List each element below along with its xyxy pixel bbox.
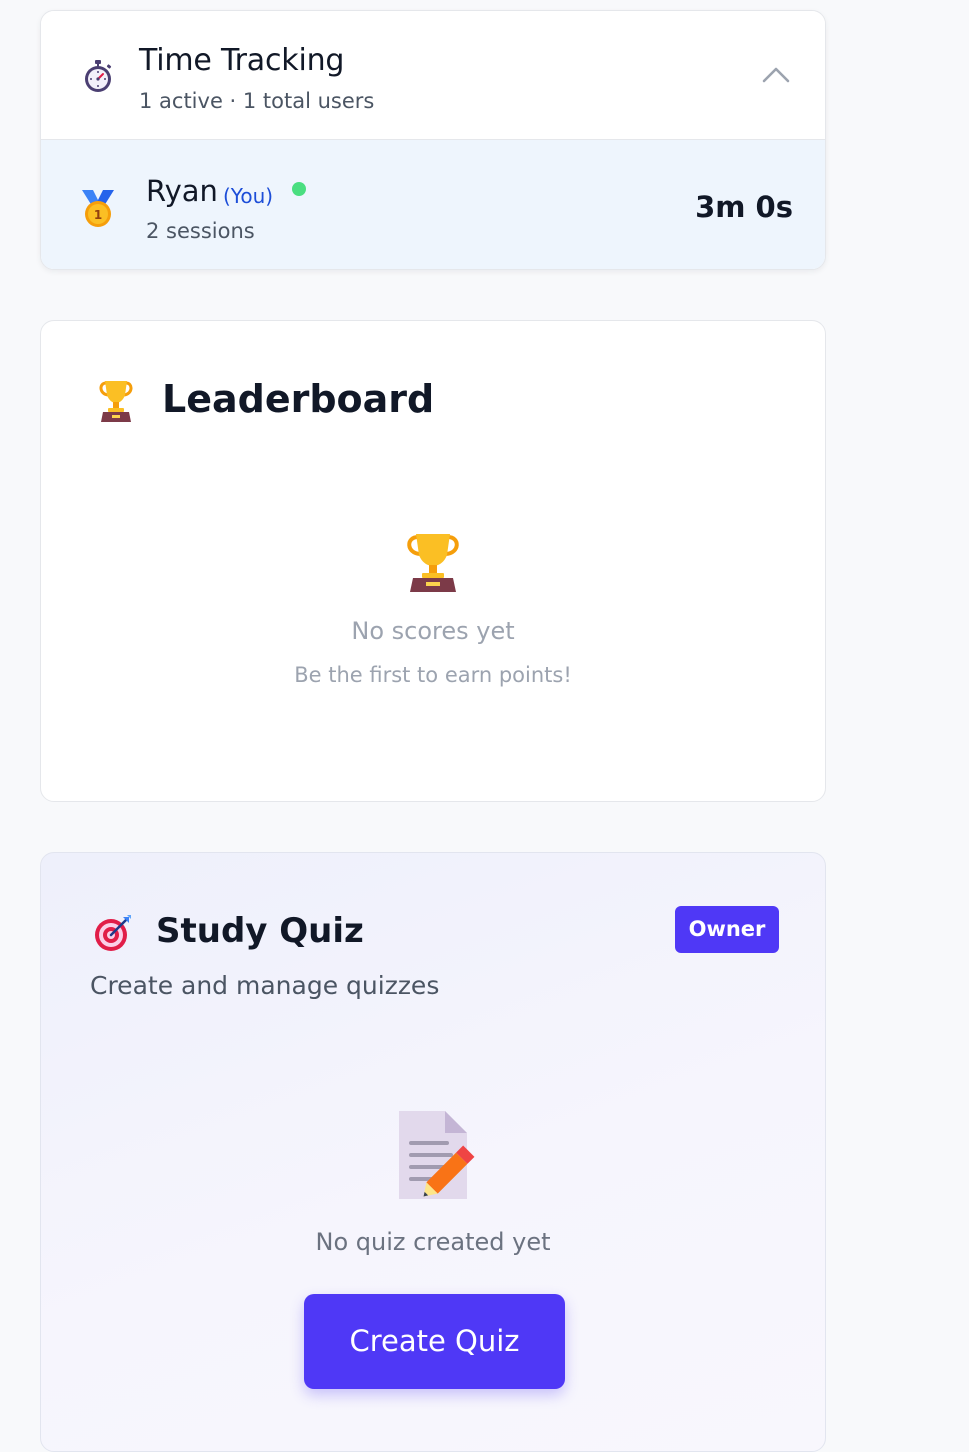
time-tracking-header[interactable]: Time Tracking 1 active · 1 total users: [41, 11, 825, 140]
owner-badge: Owner: [675, 906, 779, 953]
leaderboard-empty-subtitle: Be the first to earn points!: [294, 663, 572, 687]
stopwatch-icon: [85, 60, 112, 92]
medal-rank-text: 1: [94, 208, 102, 222]
user-name: Ryan: [146, 174, 218, 208]
study-quiz-card: Study Quiz Owner Create and manage quizz…: [40, 852, 826, 1452]
trophy-icon: [99, 381, 133, 422]
chevron-up-icon[interactable]: [761, 63, 791, 85]
quiz-empty-text: No quiz created yet: [315, 1228, 551, 1256]
online-status-dot: [292, 182, 306, 196]
user-time: 3m 0s: [695, 190, 793, 224]
time-tracking-card: Time Tracking 1 active · 1 total users 1…: [40, 10, 826, 270]
leaderboard-card: Leaderboard No scores yet Be the first t…: [40, 320, 826, 802]
leaderboard-empty-title: No scores yet: [351, 617, 515, 645]
gold-medal-icon: 1: [82, 190, 114, 227]
memo-pencil-icon: [399, 1111, 475, 1199]
you-label: (You): [223, 184, 274, 208]
study-quiz-subtitle: Create and manage quizzes: [90, 971, 440, 1000]
time-tracking-title: Time Tracking: [139, 43, 345, 78]
trophy-icon: [407, 534, 459, 592]
time-tracking-user-row: 1 Ryan (You) 2 sessions 3m 0s: [41, 140, 825, 269]
create-quiz-button[interactable]: Create Quiz: [304, 1294, 565, 1389]
time-tracking-subtitle: 1 active · 1 total users: [139, 89, 375, 113]
study-quiz-title: Study Quiz: [156, 911, 364, 951]
target-icon: [95, 915, 131, 951]
user-sessions: 2 sessions: [146, 219, 255, 243]
leaderboard-title: Leaderboard: [162, 377, 435, 421]
